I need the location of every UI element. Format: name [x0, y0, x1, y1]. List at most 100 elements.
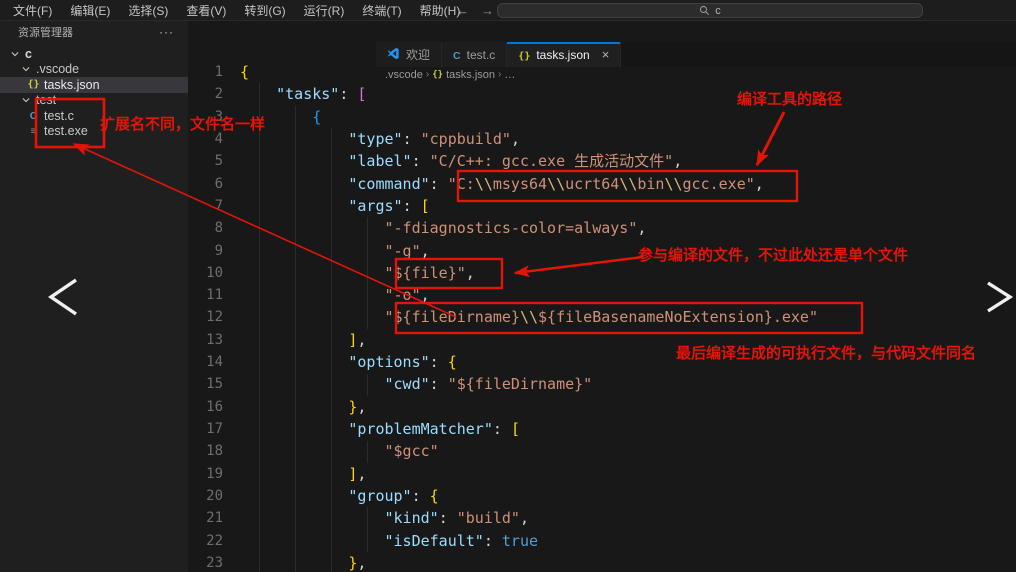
menu-file[interactable]: 文件(F) [4, 2, 61, 19]
line-number: 9 [214, 242, 223, 259]
code-line[interactable]: 20 "group": { [188, 485, 1016, 507]
code-area[interactable]: 1{2 "tasks": [3 {4 "type": "cppbuild", 5 … [188, 61, 1016, 572]
code-text: "-fdiagnostics-color=always", [384, 219, 647, 238]
code-line[interactable]: 17 "problemMatcher": [ [188, 418, 1016, 440]
chevron-right-icon: › [425, 69, 430, 80]
search-icon [699, 5, 710, 16]
code-line[interactable]: 2 "tasks": [ [188, 83, 1016, 105]
code-text: "command": "C:\\msys64\\ucrt64\\bin\\gcc… [348, 174, 764, 193]
title-bar: 文件(F) 编辑(E) 选择(S) 查看(V) 转到(G) 运行(R) 终端(T) 帮助(H)… [0, 0, 1016, 21]
line-number: 1 [214, 64, 223, 80]
code-text: "options": { [348, 353, 457, 372]
tree-item-test-c-file[interactable]: Ctest.c [0, 108, 188, 124]
tree-item-label: test [36, 93, 57, 108]
forward-icon[interactable]: → [481, 3, 494, 18]
code-text: "tasks": [ [276, 85, 367, 104]
tree-item-test-exe-file[interactable]: ≡ test.exe [0, 124, 188, 140]
more-actions-icon[interactable]: ··· [159, 25, 174, 39]
menu-run[interactable]: 运行(R) [295, 2, 354, 19]
code-line[interactable]: 14 "options": { [188, 351, 1016, 373]
code-text: }, [348, 397, 367, 416]
code-text: "isDefault": true [384, 531, 539, 550]
c-file-icon: C [29, 109, 38, 122]
chevron-down-icon [8, 49, 21, 59]
tab-label: test.c [466, 47, 496, 62]
code-line[interactable]: 19 ], [188, 463, 1016, 485]
tree-item-tasks-json-file[interactable]: {} tasks.json [0, 77, 188, 93]
menu-selection[interactable]: 选择(S) [119, 2, 177, 19]
code-line[interactable]: 6 "command": "C:\\msys64\\ucrt64\\bin\\g… [188, 173, 1016, 195]
code-line[interactable]: 4 "type": "cppbuild", [188, 128, 1016, 150]
code-text: "problemMatcher": [ [348, 420, 520, 438]
c-file-icon: C [453, 49, 461, 62]
close-icon[interactable]: × [602, 47, 610, 62]
tree-item-label: c [25, 46, 32, 61]
code-line[interactable]: 10 "${file}", [188, 262, 1016, 284]
menu-bar: 文件(F) 编辑(E) 选择(S) 查看(V) 转到(G) 运行(R) 终端(T) 帮助(H) [4, 0, 469, 20]
code-text: "-o", [384, 286, 430, 305]
tree-item-vscode-folder[interactable]: .vscode [0, 62, 188, 78]
breadcrumb-symbol[interactable]: … [504, 69, 515, 81]
line-number: 3 [214, 108, 223, 125]
explorer-sidebar: 资源管理器 ··· c .vscode {} tasks.json test Ctest.… [0, 21, 188, 572]
breadcrumb-file[interactable]: tasks.json [446, 69, 495, 81]
line-number: 6 [214, 175, 223, 192]
line-number: 13 [206, 331, 223, 348]
code-line[interactable]: 23 }, [188, 552, 1016, 572]
tree-item-test-folder[interactable]: test [0, 93, 188, 109]
menu-go[interactable]: 转到(G) [235, 2, 294, 19]
code-line[interactable]: 21 "kind": "build", [188, 507, 1016, 529]
json-file-icon: {} [27, 79, 40, 91]
code-line[interactable]: 15 "cwd": "${fileDirname}" [188, 373, 1016, 395]
exe-file-icon: ≡ [30, 125, 37, 137]
breadcrumb[interactable]: .vscode › {} tasks.json › … [376, 67, 1016, 82]
command-center-search[interactable]: c [497, 3, 923, 18]
code-line[interactable]: 12 "${fileDirname}\\${fileBasenameNoExte… [188, 306, 1016, 328]
explorer-header: 资源管理器 ··· [0, 21, 188, 43]
tab-label: 欢迎 [406, 48, 431, 62]
menu-terminal[interactable]: 终端(T) [353, 2, 410, 19]
line-number: 17 [206, 421, 223, 437]
back-icon[interactable]: ← [456, 3, 469, 18]
tab-tasks-json[interactable]: {} tasks.json × [507, 42, 622, 67]
tab-welcome[interactable]: 欢迎 [376, 42, 443, 67]
line-number: 10 [206, 264, 223, 281]
tab-test-c[interactable]: Ctest.c [442, 42, 508, 67]
code-line[interactable]: 8 "-fdiagnostics-color=always", [188, 217, 1016, 239]
code-text: "group": { [348, 486, 439, 505]
vscode-window: 文件(F) 编辑(E) 选择(S) 查看(V) 转到(G) 运行(R) 终端(T) 帮助(H)… [0, 0, 1016, 572]
line-number: 21 [206, 510, 223, 527]
explorer-title: 资源管理器 [18, 27, 73, 39]
code-line[interactable]: 11 "-o", [188, 284, 1016, 306]
code-line[interactable]: 7 "args": [ [188, 195, 1016, 217]
chevron-right-icon: › [498, 69, 502, 80]
line-number: 14 [206, 354, 223, 371]
line-number: 18 [206, 443, 223, 460]
tree-item-c-folder[interactable]: c [0, 46, 188, 62]
menu-view[interactable]: 查看(V) [177, 2, 235, 19]
line-number: 19 [206, 465, 223, 482]
line-number: 15 [206, 376, 223, 393]
chevron-down-icon [19, 95, 32, 105]
line-number: 2 [214, 86, 223, 103]
code-line[interactable]: 9 "-g", [188, 240, 1016, 262]
breadcrumb-folder[interactable]: .vscode [385, 69, 423, 81]
code-text: "kind": "build", [384, 509, 530, 528]
code-line[interactable]: 5 "label": "C/C++: gcc.exe 生成活动文件", [188, 150, 1016, 172]
menu-edit[interactable]: 编辑(E) [61, 2, 119, 19]
code-line[interactable]: 13 ], [188, 329, 1016, 351]
code-text: ], [348, 330, 367, 349]
file-tree: c .vscode{} tasks.json test Ctest.c ≡ test.exe [0, 46, 188, 139]
line-number: 20 [206, 487, 223, 504]
code-text: }, [348, 553, 367, 572]
line-number: 5 [214, 153, 223, 170]
json-file-icon: {} [518, 50, 531, 62]
code-line[interactable]: 3 { [188, 106, 1016, 128]
code-line[interactable]: 22 "isDefault": true [188, 530, 1016, 552]
tree-item-label: tasks.json [44, 77, 100, 92]
code-line[interactable]: 16 }, [188, 396, 1016, 418]
line-number: 16 [206, 398, 223, 415]
code-text: "type": "cppbuild", [348, 129, 520, 148]
code-text: "-g", [384, 241, 430, 260]
code-line[interactable]: 18 "$gcc" [188, 440, 1016, 462]
